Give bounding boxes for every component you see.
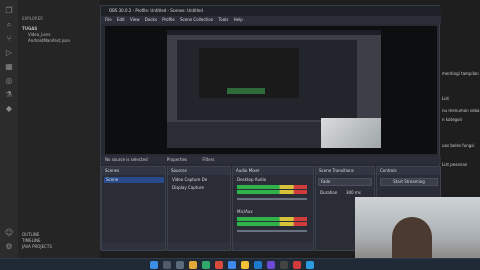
app-icon[interactable] <box>267 261 275 269</box>
file-item[interactable]: AndroidManifest.json <box>28 38 70 43</box>
menu-scene-collection[interactable]: Scene Collection <box>180 17 213 22</box>
preview-canvas[interactable] <box>105 26 437 154</box>
mic-meter <box>237 222 307 226</box>
app-icon[interactable] <box>293 261 301 269</box>
search-icon[interactable]: ⌕ <box>4 20 14 30</box>
mic-volume-slider[interactable] <box>237 230 307 232</box>
nested-webcam <box>321 118 381 148</box>
java-projects-section[interactable]: JAVA PROJECTS <box>22 244 52 249</box>
desktop-audio-meter <box>237 190 307 194</box>
outline-section[interactable]: OUTLINE <box>22 232 39 237</box>
files-icon[interactable]: ❐ <box>4 6 14 16</box>
channel-label: Desktop Audio <box>237 177 267 182</box>
menu-edit[interactable]: Edit <box>117 17 125 22</box>
audio-mixer-dock: Audio Mixer Desktop Audio Mic/Aux <box>232 166 314 251</box>
run-debug-icon[interactable]: ▷ <box>4 48 14 58</box>
menu-docks[interactable]: Docks <box>145 17 157 22</box>
channel-label: Mic/Aux <box>237 209 253 214</box>
properties-button[interactable]: Properties <box>167 157 187 162</box>
editor-line: List pesenan <box>442 162 468 167</box>
settings-icon[interactable]: ⚙ <box>4 242 14 252</box>
activity-bar: ❐ ⌕ ⑂ ▷ ▦ ◎ ⚗ ◆ ☺ ⚙ <box>0 0 18 258</box>
sources-header: Sources <box>168 167 230 175</box>
editor-line: mentingi tampilan <box>442 71 479 76</box>
mic-meter <box>237 217 307 221</box>
mixer-header: Audio Mixer <box>233 167 313 175</box>
editor-line: nu menuman seba <box>442 108 480 113</box>
menu-help[interactable]: Help <box>234 17 243 22</box>
editor-line: uas beles fungsi <box>442 143 475 148</box>
account-icon[interactable]: ☺ <box>4 228 14 238</box>
obs-menu-bar: File Edit View Docks Profile Scene Colle… <box>101 16 441 24</box>
app-icon[interactable] <box>215 261 223 269</box>
menu-file[interactable]: File <box>105 17 112 22</box>
duration-value[interactable]: 300 ms <box>344 190 361 196</box>
explorer-header: EXPLORER <box>22 16 43 21</box>
editor-line: n kategori <box>442 117 463 122</box>
file-explorer-icon[interactable] <box>189 261 197 269</box>
vscode-icon[interactable] <box>254 261 262 269</box>
scenes-toolbar <box>102 242 165 250</box>
edge-icon[interactable] <box>202 261 210 269</box>
start-streaming-button[interactable]: Start Streaming <box>380 178 438 186</box>
app-icon[interactable] <box>306 261 314 269</box>
desktop-audio-meter <box>237 185 307 189</box>
controls-header: Controls <box>377 167 440 175</box>
transitions-header: Scene Transitions <box>316 167 374 175</box>
app-icon[interactable] <box>228 261 236 269</box>
source-control-icon[interactable]: ⑂ <box>4 34 14 44</box>
source-item[interactable]: Video Capture De <box>170 177 207 183</box>
menu-profile[interactable]: Profile <box>162 17 174 22</box>
source-item[interactable]: Display Capture <box>170 185 204 191</box>
windows-taskbar <box>0 258 480 270</box>
scene-item[interactable]: Scene <box>104 177 164 183</box>
no-source-label: No source is selected <box>105 157 148 162</box>
captured-display <box>167 30 381 148</box>
task-view-icon[interactable] <box>176 261 184 269</box>
obs-title-bar: OBS 30.0.2 - Profile: Untitled - Scenes:… <box>101 6 441 16</box>
search-taskbar-icon[interactable] <box>163 261 171 269</box>
testing-icon[interactable]: ⚗ <box>4 90 14 100</box>
mixer-toolbar <box>233 242 313 250</box>
remote-icon[interactable]: ◎ <box>4 76 14 86</box>
editor-line: List <box>442 96 449 101</box>
explorer-panel: EXPLORER TUGAS Video_Lens AndroidManifes… <box>18 0 100 258</box>
folder-tugas[interactable]: TUGAS <box>22 26 37 31</box>
timeline-section[interactable]: TIMELINE <box>22 238 41 243</box>
duration-label: Duration <box>320 190 338 195</box>
menu-tools[interactable]: Tools <box>218 17 228 22</box>
nested-meter <box>227 88 265 94</box>
file-item[interactable]: Video_Lens <box>28 32 50 37</box>
sources-toolbar <box>168 242 230 250</box>
filters-button[interactable]: Filters <box>202 157 214 162</box>
scenes-dock: Scenes Scene <box>101 166 166 251</box>
start-icon[interactable] <box>150 261 158 269</box>
menu-view[interactable]: View <box>130 17 140 22</box>
source-info-bar: No source is selected Properties Filters <box>101 156 441 164</box>
extensions-icon[interactable]: ▦ <box>4 62 14 72</box>
obs-icon[interactable] <box>280 261 288 269</box>
docker-icon[interactable]: ◆ <box>4 104 14 114</box>
transition-select[interactable]: Fade <box>318 178 372 186</box>
sources-dock: Sources Video Capture De Display Capture <box>167 166 231 251</box>
desktop-volume-slider[interactable] <box>237 198 307 200</box>
chrome-icon[interactable] <box>241 261 249 269</box>
scenes-header: Scenes <box>102 167 165 175</box>
